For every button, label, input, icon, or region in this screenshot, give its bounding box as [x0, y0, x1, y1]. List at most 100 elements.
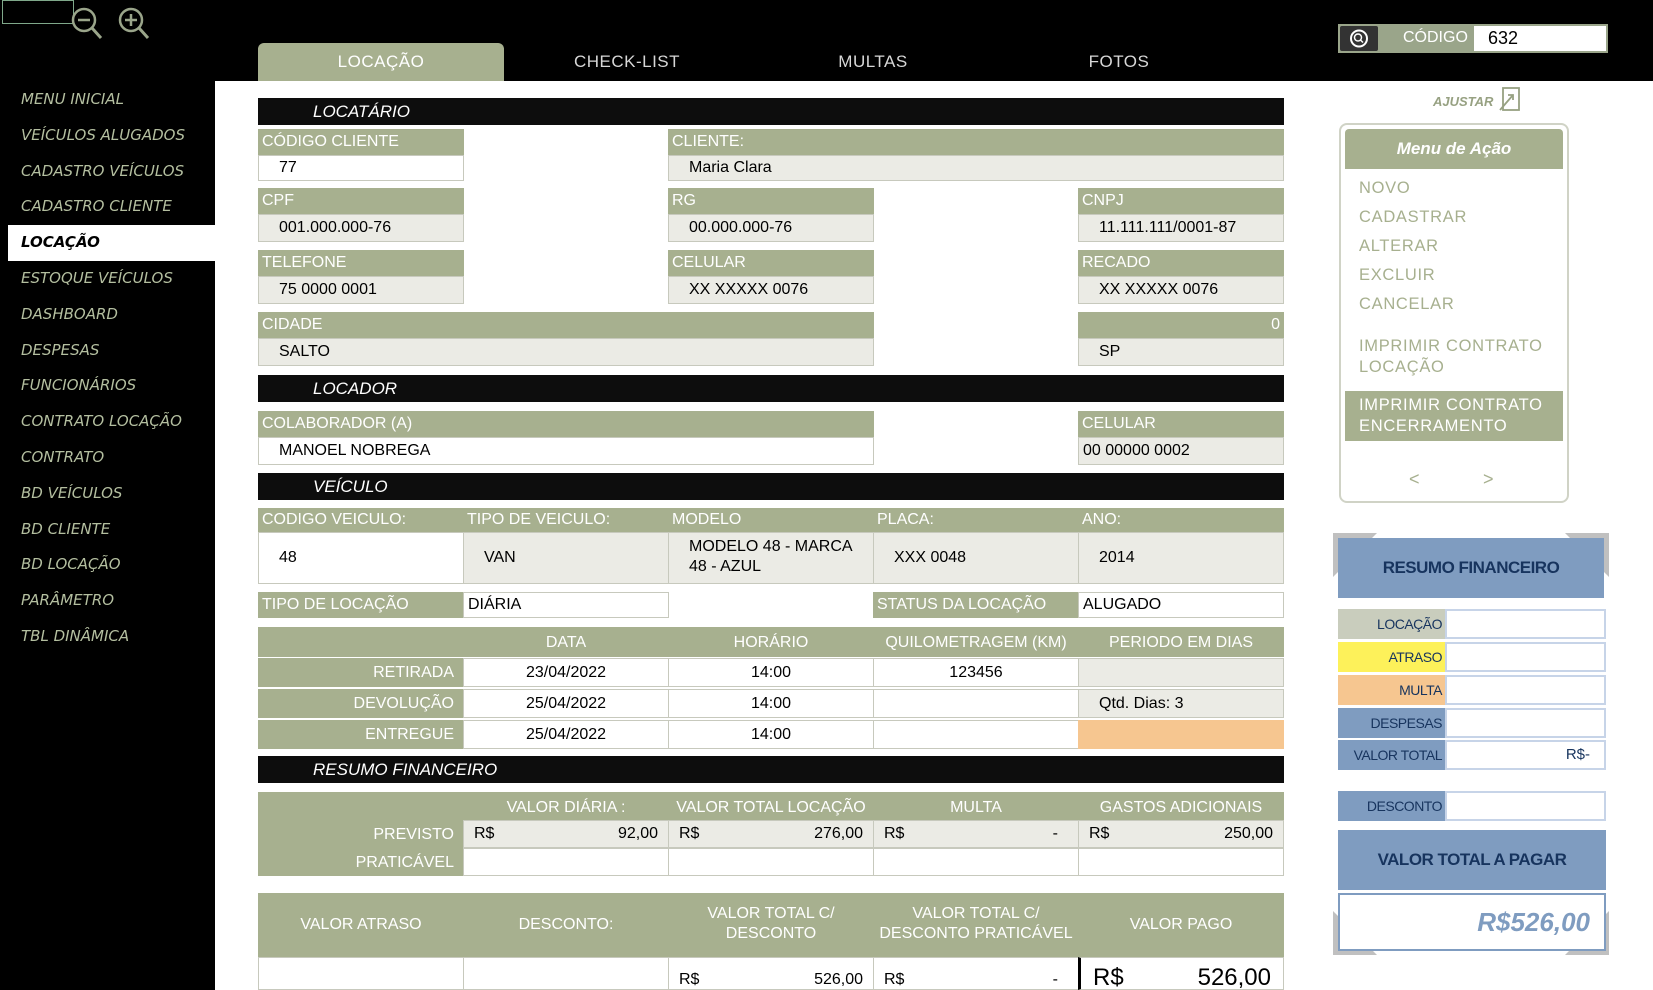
placa-field[interactable]: XXX 0048: [873, 532, 1079, 584]
imprimir-contrato-locacao-button[interactable]: IMPRIMIR CONTRATO LOCAÇÃO: [1359, 336, 1543, 378]
resumo-row-label-atraso: ATRASO: [1338, 642, 1445, 672]
tipo-locacao-field[interactable]: DIÁRIA: [463, 592, 669, 618]
tab-check-list[interactable]: CHECK-LIST: [504, 43, 750, 81]
currency-label: R$: [884, 825, 905, 842]
previsto-total-locacao[interactable]: R$ 276,00: [668, 820, 874, 848]
previsto-gastos[interactable]: R$ 250,00: [1078, 820, 1284, 848]
cpf-field[interactable]: 001.000.000-76: [258, 214, 464, 242]
tab-multas[interactable]: MULTAS: [750, 43, 996, 81]
resumo-row-label-multa: MULTA: [1338, 675, 1445, 705]
zoom-in-icon[interactable]: [114, 4, 152, 42]
sidebar-item-bd-veiculos[interactable]: BD VEÍCULOS: [8, 476, 215, 512]
code-label: CÓDIGO: [1403, 29, 1468, 46]
locador-celular-field[interactable]: 00 00000 0002: [1078, 437, 1284, 465]
codigo-cliente-field[interactable]: 77: [258, 155, 464, 181]
resumo-header-gastos: GASTOS ADICIONAIS: [1078, 792, 1284, 820]
sidebar-item-tbl-dinamica[interactable]: TBL DINÂMICA: [8, 619, 215, 655]
tipo-veiculo-field[interactable]: VAN: [463, 532, 669, 584]
entregue-data[interactable]: 25/04/2022: [463, 720, 669, 749]
previsto-multa[interactable]: R$ -: [873, 820, 1079, 848]
section-resumo-financeiro: RESUMO FINANCEIRO: [258, 756, 1284, 783]
resumo-panel-title: RESUMO FINANCEIRO: [1338, 538, 1604, 598]
retirada-hora[interactable]: 14:00: [668, 658, 874, 687]
cancelar-button[interactable]: CANCELAR: [1359, 294, 1454, 315]
rg-field[interactable]: 00.000.000-76: [668, 214, 874, 242]
sidebar-item-despesas[interactable]: DESPESAS: [8, 333, 215, 369]
sidebar-item-bd-locacao[interactable]: BD LOCAÇÃO: [8, 547, 215, 583]
devolucao-data[interactable]: 25/04/2022: [463, 689, 669, 718]
telefone-field[interactable]: 75 0000 0001: [258, 276, 464, 304]
imprimir-encerramento-line-1: IMPRIMIR CONTRATO: [1359, 396, 1543, 414]
modelo-field[interactable]: MODELO 48 - MARCA 48 - AZUL: [668, 532, 874, 584]
sidebar-item-dashboard[interactable]: DASHBOARD: [8, 297, 215, 333]
sidebar-item-cadastro-veiculos[interactable]: CADASTRO VEÍCULOS: [8, 154, 215, 190]
zoom-out-icon[interactable]: [67, 4, 105, 42]
devolucao-km[interactable]: [873, 689, 1079, 718]
codigo-veiculo-field[interactable]: 48: [258, 532, 464, 584]
retirada-data[interactable]: 23/04/2022: [463, 658, 669, 687]
entregue-km[interactable]: [873, 720, 1079, 749]
valor-pago-field[interactable]: R$ 526,00: [1078, 957, 1284, 990]
cadastrar-button[interactable]: CADASTRAR: [1359, 207, 1467, 228]
praticavel-multa[interactable]: [873, 848, 1079, 876]
resumo-header-multa: MULTA: [873, 792, 1079, 820]
praticavel-total-locacao[interactable]: [668, 848, 874, 876]
valor-total-desconto-field[interactable]: R$ 526,00: [668, 957, 874, 990]
search-icon[interactable]: [1340, 26, 1378, 51]
sidebar-item-menu-inicial[interactable]: MENU INICIAL: [8, 82, 215, 118]
imprimir-contrato-encerramento-button[interactable]: IMPRIMIR CONTRATO ENCERRAMENTO: [1345, 391, 1563, 441]
sidebar-item-locacao[interactable]: LOCAÇÃO: [8, 225, 215, 261]
devolucao-hora[interactable]: 14:00: [668, 689, 874, 718]
code-search: CÓDIGO 632: [1338, 24, 1608, 53]
praticavel-gastos[interactable]: [1078, 848, 1284, 876]
cliente-field[interactable]: Maria Clara: [668, 155, 1284, 181]
tab-locacao[interactable]: LOCAÇÃO: [258, 43, 504, 81]
agenda-header-km: QUILOMETRAGEM (KM): [873, 627, 1079, 657]
resumo-desconto-value: [1445, 791, 1606, 821]
resumo-row-label-despesas: DESPESAS: [1338, 708, 1445, 738]
praticavel-diaria[interactable]: [463, 848, 669, 876]
code-input[interactable]: 632: [1474, 26, 1606, 51]
desconto-field[interactable]: [463, 957, 669, 990]
sidebar-item-estoque-veiculos[interactable]: ESTOQUE VEÍCULOS: [8, 261, 215, 297]
alterar-button[interactable]: ALTERAR: [1359, 236, 1439, 257]
previsto-diaria-value: 92,00: [617, 825, 658, 842]
cidade-field[interactable]: SALTO: [258, 338, 874, 366]
next-record-button[interactable]: >: [1483, 469, 1494, 490]
celular-field[interactable]: XX XXXXX 0076: [668, 276, 874, 304]
cnpj-field[interactable]: 11.111.111/0001-87: [1078, 214, 1284, 242]
sidebar-item-cadastro-cliente[interactable]: CADASTRO CLIENTE: [8, 189, 215, 225]
valor-atraso-field[interactable]: [258, 957, 464, 990]
previsto-diaria[interactable]: R$ 92,00: [463, 820, 669, 848]
sidebar-item-bd-cliente[interactable]: BD CLIENTE: [8, 512, 215, 548]
sidebar-item-veiculos-alugados[interactable]: VEÍCULOS ALUGADOS: [8, 118, 215, 154]
agenda-header-horario: HORÁRIO: [668, 627, 874, 657]
codigo-veiculo-label: CODIGO VEICULO:: [258, 508, 464, 532]
ano-field[interactable]: 2014: [1078, 532, 1284, 584]
tipo-veiculo-label: TIPO DE VEICULO:: [463, 508, 669, 532]
uf-field[interactable]: SP: [1078, 338, 1284, 366]
sidebar-item-funcionarios[interactable]: FUNCIONÁRIOS: [8, 368, 215, 404]
resize-icon[interactable]: [1498, 85, 1522, 113]
valor-total-praticavel-field[interactable]: R$ -: [873, 957, 1079, 990]
ajustar-button[interactable]: AJUSTAR: [1433, 94, 1493, 109]
status-locacao-field[interactable]: ALUGADO: [1078, 592, 1284, 618]
agenda-header-periodo: PERIODO EM DIAS: [1078, 627, 1284, 657]
novo-button[interactable]: NOVO: [1359, 178, 1410, 199]
colaborador-field[interactable]: MANOEL NOBREGA: [258, 437, 874, 465]
section-veiculo: VEÍCULO: [258, 473, 1284, 500]
entregue-hora[interactable]: 14:00: [668, 720, 874, 749]
excluir-button[interactable]: EXCLUIR: [1359, 265, 1435, 286]
cell-name-box[interactable]: [2, 0, 74, 24]
sidebar-item-contrato[interactable]: CONTRATO: [8, 440, 215, 476]
agenda-row-label: RETIRADA: [258, 658, 464, 687]
tab-fotos[interactable]: FOTOS: [996, 43, 1242, 81]
sidebar-item-contrato-locacao[interactable]: CONTRATO LOCAÇÃO: [8, 404, 215, 440]
sidebar-item-parametro[interactable]: PARÂMETRO: [8, 583, 215, 619]
valor-total-praticavel-header-line-2: DESCONTO PRATICÁVEL: [879, 925, 1073, 942]
resumo-header-diaria: VALOR DIÁRIA :: [463, 792, 669, 820]
status-locacao-label: STATUS DA LOCAÇÃO: [873, 592, 1079, 618]
previous-record-button[interactable]: <: [1409, 469, 1420, 490]
retirada-km[interactable]: 123456: [873, 658, 1079, 687]
recado-field[interactable]: XX XXXXX 0076: [1078, 276, 1284, 304]
